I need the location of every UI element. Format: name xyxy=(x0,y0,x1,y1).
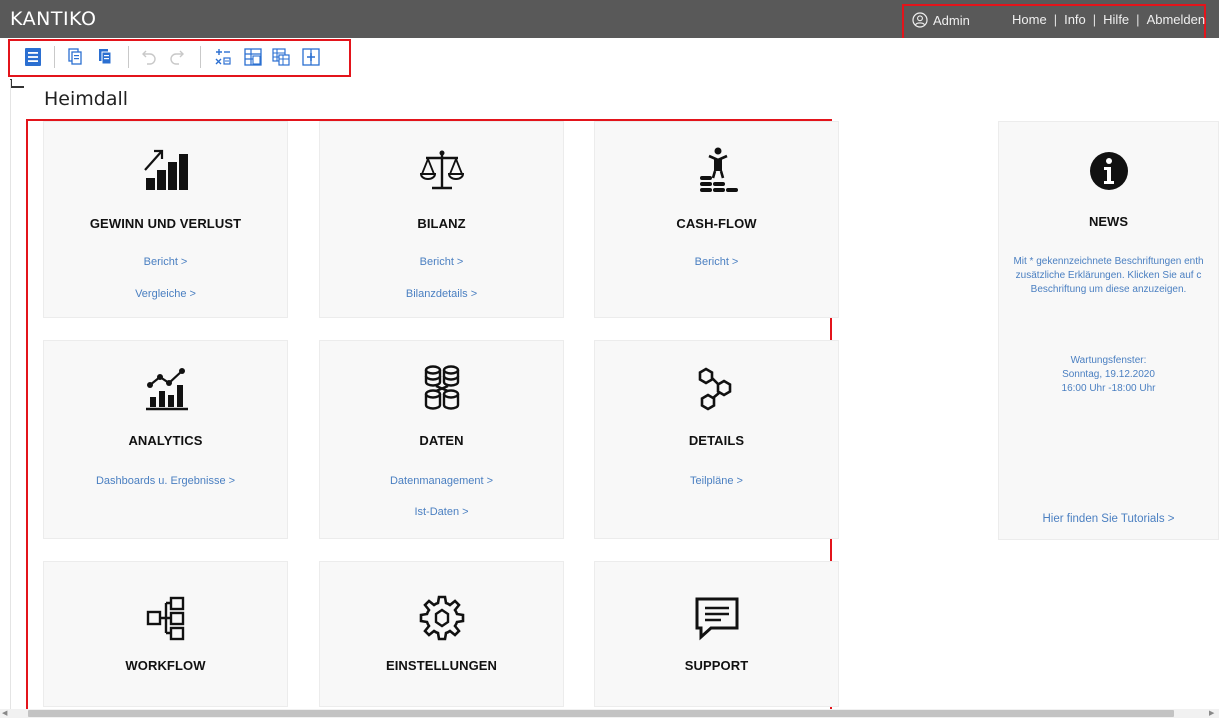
tile-details[interactable]: DETAILS Teilpläne > xyxy=(594,340,839,539)
tutorials-link[interactable]: Hier finden Sie Tutorials > xyxy=(999,513,1218,525)
left-divider xyxy=(10,80,11,710)
database-network-icon xyxy=(320,363,563,411)
tile-title: GEWINN UND VERLUST xyxy=(89,216,242,231)
table-insert-icon[interactable] xyxy=(300,46,322,68)
scrollbar-thumb[interactable] xyxy=(28,710,1174,717)
tile-daten[interactable]: DATEN Datenmanagement > Ist-Daten > xyxy=(319,340,564,539)
tile-bilanz[interactable]: BILANZ Bericht > Bilanzdetails > xyxy=(319,121,564,318)
dashboards-link[interactable]: Dashboards u. Ergebnisse > xyxy=(44,475,287,487)
news-title: NEWS xyxy=(1089,214,1128,229)
user-name: Admin xyxy=(933,12,970,28)
tile-einstellungen[interactable]: EINSTELLUNGEN xyxy=(319,561,564,707)
sub-plans-link[interactable]: Teilpläne > xyxy=(595,475,838,487)
report-link[interactable]: Bericht > xyxy=(595,256,838,268)
scroll-right-icon[interactable]: ▶ xyxy=(1209,709,1214,718)
formula-icon[interactable] xyxy=(212,46,234,68)
actual-data-link[interactable]: Ist-Daten > xyxy=(320,506,563,518)
logout-link[interactable]: Abmelden xyxy=(1147,12,1206,27)
tile-title: DETAILS xyxy=(688,433,745,448)
tile-gewinn-und-verlust[interactable]: GEWINN UND VERLUST Bericht > Vergleiche … xyxy=(43,121,288,318)
analytics-chart-icon xyxy=(44,365,287,413)
home-link[interactable]: Home xyxy=(1012,12,1047,27)
nodes-icon xyxy=(595,365,838,413)
news-text-line: zusätzliche Erklärungen. Klicken Sie auf… xyxy=(1015,270,1202,281)
tile-title: SUPPORT xyxy=(684,658,749,673)
report-link[interactable]: Bericht > xyxy=(320,256,563,268)
chat-bubble-icon xyxy=(595,594,838,642)
user-menu[interactable]: Admin xyxy=(912,12,970,28)
user-icon xyxy=(912,12,928,28)
news-panel: NEWS Mit * gekennzeichnete Beschriftunge… xyxy=(998,121,1219,540)
tile-analytics[interactable]: ANALYTICS Dashboards u. Ergebnisse > xyxy=(43,340,288,539)
info-link[interactable]: Info xyxy=(1064,12,1086,27)
nav-separator: | xyxy=(1136,12,1140,27)
tile-support[interactable]: SUPPORT xyxy=(594,561,839,707)
tile-title: WORKFLOW xyxy=(125,658,206,673)
paste-icon[interactable] xyxy=(94,46,116,68)
page-title: Heimdall xyxy=(44,88,129,110)
nav-separator: | xyxy=(1053,12,1058,27)
header-nav: Home | Info | Hilfe | Abmelden xyxy=(1012,12,1205,27)
comparisons-link[interactable]: Vergleiche > xyxy=(44,288,287,300)
tile-title: DATEN xyxy=(419,433,464,448)
tile-title: ANALYTICS xyxy=(128,433,203,448)
nav-separator: | xyxy=(1092,12,1097,27)
balance-scale-icon xyxy=(320,146,563,194)
menu-icon[interactable] xyxy=(22,46,44,68)
tile-title: BILANZ xyxy=(417,216,466,231)
toolbar-separator xyxy=(54,46,55,68)
tile-workflow[interactable]: WORKFLOW xyxy=(43,561,288,707)
report-link[interactable]: Bericht > xyxy=(44,256,287,268)
coins-person-icon xyxy=(595,146,838,194)
workflow-icon xyxy=(44,594,287,642)
table-icon[interactable] xyxy=(242,46,264,68)
info-icon xyxy=(999,151,1218,191)
copy-icon[interactable] xyxy=(64,46,86,68)
tile-title: EINSTELLUNGEN xyxy=(385,658,498,673)
growth-chart-icon xyxy=(44,146,287,194)
horizontal-scrollbar[interactable]: ◀ ▶ xyxy=(0,709,1219,718)
redo-icon[interactable] xyxy=(166,46,188,68)
help-link[interactable]: Hilfe xyxy=(1103,12,1129,27)
undo-icon[interactable] xyxy=(138,46,160,68)
scroll-left-icon[interactable]: ◀ xyxy=(2,709,7,718)
balance-details-link[interactable]: Bilanzdetails > xyxy=(320,288,563,300)
tile-title: CASH-FLOW xyxy=(676,216,757,231)
kantiko-logo[interactable]: KANTIKO xyxy=(10,8,96,30)
news-text-line: Beschriftung um diese anzuzeigen. xyxy=(1030,284,1187,295)
maintenance-line: Sonntag, 19.12.2020 xyxy=(1062,369,1155,380)
tile-cash-flow[interactable]: CASH-FLOW Bericht > xyxy=(594,121,839,318)
corner-mark xyxy=(10,79,24,88)
maintenance-line: Wartungsfenster: xyxy=(1070,355,1147,366)
table-copy-icon[interactable] xyxy=(270,46,292,68)
data-management-link[interactable]: Datenmanagement > xyxy=(320,475,563,487)
toolbar-separator xyxy=(128,46,129,68)
news-text-line: Mit * gekennzeichnete Beschriftungen ent… xyxy=(1013,256,1204,267)
gear-icon xyxy=(320,594,563,642)
maintenance-line: 16:00 Uhr -18:00 Uhr xyxy=(1061,383,1156,394)
toolbar-separator xyxy=(200,46,201,68)
